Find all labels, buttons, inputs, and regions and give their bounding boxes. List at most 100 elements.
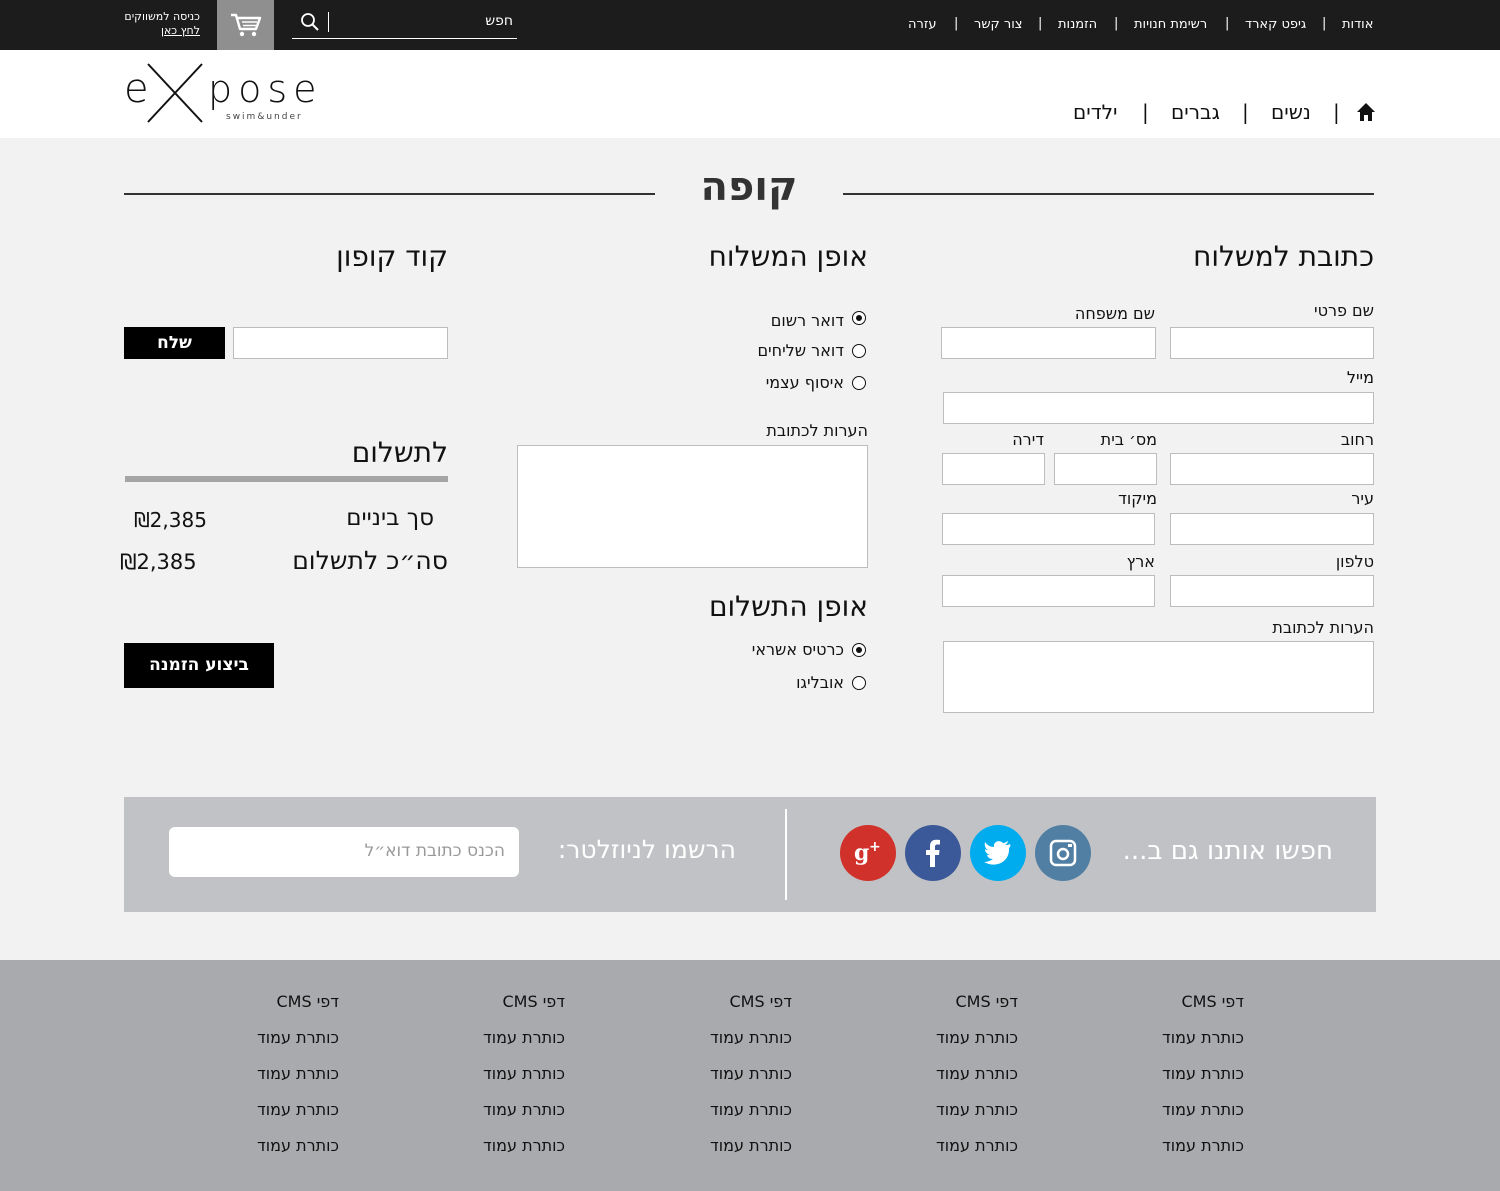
shipping-option-pickup-label[interactable]: איסוף עצמי [766, 373, 844, 392]
footer-link[interactable]: כותרת עמוד [898, 1064, 1018, 1100]
shipping-notes-field[interactable] [517, 445, 868, 568]
summary-rule [125, 476, 448, 482]
email-field[interactable] [943, 392, 1374, 424]
top-separator: | [954, 16, 959, 31]
footer-heading: דפי CMS [276, 992, 339, 1011]
facebook-button[interactable] [905, 825, 961, 881]
footer-heading: דפי CMS [955, 992, 1018, 1011]
google-plus-button[interactable]: g + [840, 825, 896, 881]
footer-link[interactable]: כותרת עמוד [672, 1136, 792, 1172]
instagram-button[interactable] [1035, 825, 1091, 881]
radio-button[interactable] [852, 376, 866, 390]
top-link-about[interactable]: אודות [1342, 17, 1373, 32]
footer-link[interactable]: כותרת עמוד [219, 1064, 339, 1100]
footer-link[interactable]: כותרת עמוד [898, 1028, 1018, 1064]
top-separator: | [1225, 16, 1230, 31]
coupon-send-button[interactable]: שלח [124, 327, 225, 359]
first-name-field[interactable] [1170, 327, 1374, 359]
nav-kids[interactable]: ילדים [1073, 100, 1118, 124]
first-name-label: שם פרטי [1313, 301, 1374, 320]
zip-field[interactable] [942, 513, 1155, 545]
footer-heading: דפי CMS [502, 992, 565, 1011]
footer-link[interactable]: כותרת עמוד [672, 1100, 792, 1136]
top-link-orders[interactable]: הזמנות [1058, 17, 1097, 32]
email-label: מייל [1346, 368, 1374, 387]
footer-column: דפי CMS כותרת עמוד כותרת עמוד כותרת עמוד… [898, 992, 1018, 1172]
house-number-label: מס׳ בית [1100, 430, 1157, 449]
search-icon[interactable] [300, 12, 320, 32]
top-link-contact[interactable]: צור קשר [974, 17, 1023, 32]
footer-link[interactable]: כותרת עמוד [1124, 1064, 1244, 1100]
newsletter-divider [785, 809, 787, 900]
logo[interactable]: e pose swim&under [124, 60, 324, 126]
footer-link[interactable]: כותרת עמוד [219, 1028, 339, 1064]
country-field[interactable] [942, 575, 1155, 607]
home-icon[interactable] [1356, 102, 1376, 122]
radio-button[interactable] [852, 676, 866, 690]
top-separator: | [1114, 16, 1119, 31]
top-link-gift-card[interactable]: גיפט קארד [1245, 17, 1306, 32]
google-plus-icon: g + [854, 839, 881, 866]
twitter-icon [984, 841, 1011, 865]
last-name-field[interactable] [941, 327, 1156, 359]
dealer-login-link[interactable]: לחץ כאן [110, 24, 200, 37]
street-field[interactable] [1170, 453, 1374, 485]
cart-button[interactable] [217, 0, 274, 50]
footer-link[interactable]: כותרת עמוד [219, 1136, 339, 1172]
instagram-icon [1049, 839, 1077, 867]
top-link-stores[interactable]: רשימת חנויות [1134, 17, 1207, 32]
shipping-method-title: אופן המשלוח [708, 240, 868, 273]
footer-link[interactable]: כותרת עמוד [445, 1064, 565, 1100]
footer-column: דפי CMS כותרת עמוד כותרת עמוד כותרת עמוד… [1124, 992, 1244, 1172]
shipping-option-registered-label[interactable]: דואר רשום [771, 311, 844, 330]
footer-link[interactable]: כותרת עמוד [1124, 1100, 1244, 1136]
search-placeholder: חפש [485, 13, 513, 29]
footer-link[interactable]: כותרת עמוד [898, 1100, 1018, 1136]
payment-option-credit-label[interactable]: כרטיס אשראי [752, 640, 844, 659]
svg-text:pose: pose [208, 67, 323, 111]
footer-column: דפי CMS כותרת עמוד כותרת עמוד כותרת עמוד… [672, 992, 792, 1172]
street-label: רחוב [1340, 430, 1374, 449]
footer-heading: דפי CMS [729, 992, 792, 1011]
nav-women[interactable]: נשים [1271, 100, 1311, 124]
nav-separator: | [1142, 100, 1149, 124]
footer-link[interactable]: כותרת עמוד [672, 1028, 792, 1064]
footer-link[interactable]: כותרת עמוד [219, 1100, 339, 1136]
follow-us-label: חפשו אותנו גם ב... [1122, 836, 1333, 866]
nav-men[interactable]: גברים [1171, 100, 1220, 124]
top-separator: | [1038, 16, 1043, 31]
footer-link[interactable]: כותרת עמוד [1124, 1028, 1244, 1064]
footer-link[interactable]: כותרת עמוד [445, 1028, 565, 1064]
footer-link[interactable]: כותרת עמוד [1124, 1136, 1244, 1172]
phone-field[interactable] [1170, 575, 1374, 607]
newsletter-email-input[interactable]: הכנס כתובת דוא״ל [169, 827, 519, 877]
shipping-option-courier-label[interactable]: דואר שליחים [757, 341, 844, 360]
city-field[interactable] [1170, 513, 1374, 545]
search-input[interactable]: חפש [292, 8, 517, 39]
address-notes-field[interactable] [943, 641, 1374, 713]
radio-button[interactable] [852, 344, 866, 358]
footer-link[interactable]: כותרת עמוד [445, 1100, 565, 1136]
footer-link[interactable]: כותרת עמוד [672, 1064, 792, 1100]
page-title: קופה [700, 164, 798, 210]
newsletter-email-placeholder: הכנס כתובת דוא״ל [364, 841, 505, 861]
apartment-field[interactable] [942, 453, 1045, 485]
footer-link[interactable]: כותרת עמוד [898, 1136, 1018, 1172]
subtotal-value: ₪2,385 [134, 508, 207, 532]
nav-separator: | [1333, 100, 1340, 124]
search-divider [328, 12, 329, 32]
payment-option-obligo-label[interactable]: אובליגו [796, 673, 844, 692]
zip-label: מיקוד [1118, 489, 1157, 508]
footer-column: דפי CMS כותרת עמוד כותרת עמוד כותרת עמוד… [445, 992, 565, 1172]
cart-icon [231, 13, 262, 37]
footer-link[interactable]: כותרת עמוד [445, 1136, 565, 1172]
footer-column: דפי CMS כותרת עמוד כותרת עמוד כותרת עמוד… [219, 992, 339, 1172]
coupon-field[interactable] [233, 327, 448, 359]
house-number-field[interactable] [1054, 453, 1157, 485]
top-link-help[interactable]: עזרה [908, 17, 936, 32]
twitter-button[interactable] [970, 825, 1026, 881]
place-order-button[interactable]: ביצוע הזמנה [124, 643, 274, 688]
radio-button[interactable] [852, 311, 866, 325]
radio-button[interactable] [852, 643, 866, 657]
apartment-label: דירה [1012, 430, 1044, 449]
